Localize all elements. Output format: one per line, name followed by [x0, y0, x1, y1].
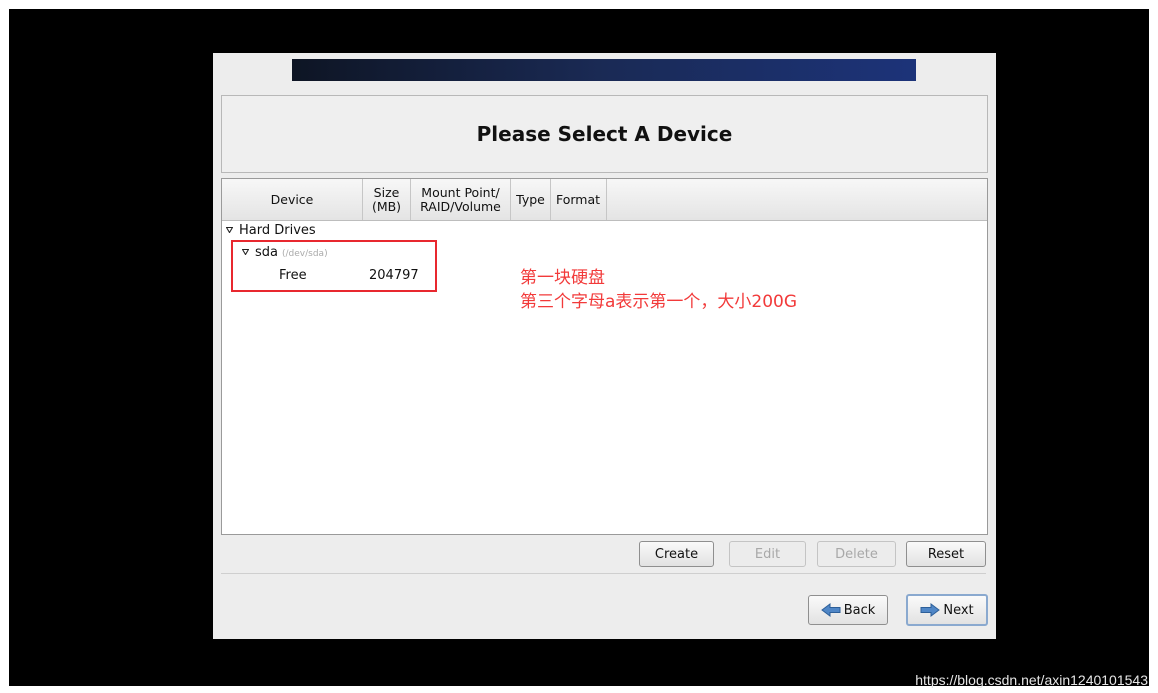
back-button[interactable]: Back — [808, 595, 888, 625]
annotation-line-1: 第一块硬盘 — [520, 268, 605, 288]
next-label: Next — [943, 602, 974, 618]
column-mount-point[interactable]: Mount Point/ RAID/Volume — [411, 179, 511, 220]
back-label: Back — [843, 602, 876, 618]
divider — [221, 573, 986, 574]
column-mount-label-2: RAID/Volume — [420, 198, 501, 214]
annotation-line-2: 第三个字母a表示第一个，大小200G — [520, 292, 798, 312]
column-type-label: Type — [516, 191, 545, 207]
installer-window: Please Select A Device Device Size (MB) … — [213, 53, 996, 639]
create-button[interactable]: Create — [639, 541, 714, 567]
column-device[interactable]: Device — [222, 179, 363, 220]
highlight-box — [231, 240, 437, 292]
edit-button[interactable]: Edit — [729, 541, 806, 567]
column-mount-label-1: Mount Point/ — [421, 184, 500, 200]
column-size[interactable]: Size (MB) — [363, 179, 411, 220]
hard-drives-label: Hard Drives — [239, 223, 316, 238]
column-device-label: Device — [270, 191, 314, 207]
back-arrow-icon — [820, 603, 841, 617]
column-size-label-2: (MB) — [371, 198, 402, 214]
expander-triangle-icon[interactable] — [226, 227, 233, 233]
watermark-text: https://blog.csdn.net/axin1240101543 — [915, 672, 1148, 688]
table-header: Device Size (MB) Mount Point/ RAID/Volum… — [222, 179, 987, 221]
device-table: Device Size (MB) Mount Point/ RAID/Volum… — [221, 178, 988, 535]
column-size-label-1: Size — [373, 184, 400, 200]
title-panel: Please Select A Device — [221, 95, 988, 173]
reset-button[interactable]: Reset — [906, 541, 986, 567]
next-arrow-icon — [920, 603, 941, 617]
page-title: Please Select A Device — [476, 122, 733, 146]
column-type[interactable]: Type — [511, 179, 551, 220]
delete-button[interactable]: Delete — [817, 541, 896, 567]
column-format[interactable]: Format — [551, 179, 607, 220]
column-format-label: Format — [556, 191, 601, 207]
header-banner — [292, 59, 916, 81]
next-button[interactable]: Next — [906, 594, 988, 626]
tree-row-hard-drives[interactable]: Hard Drives — [226, 223, 316, 238]
